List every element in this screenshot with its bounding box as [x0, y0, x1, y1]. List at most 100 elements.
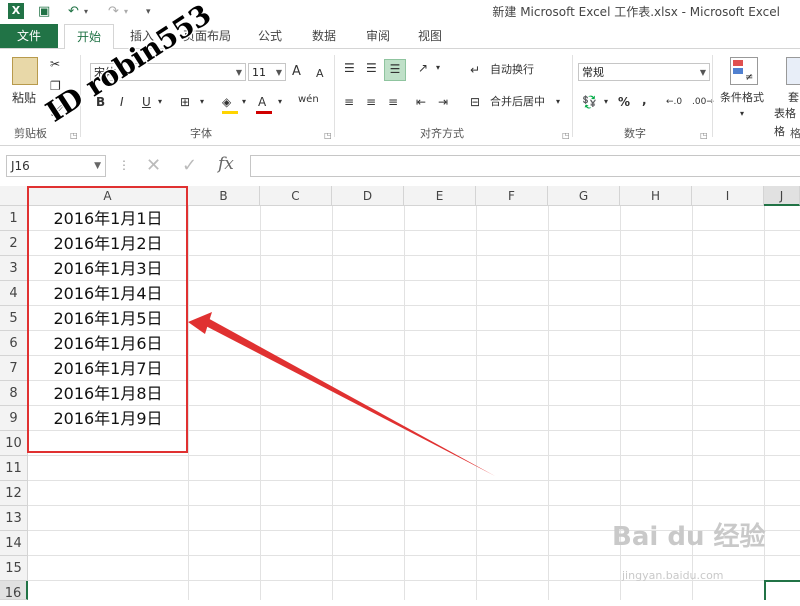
- align-center-icon[interactable]: ≡: [366, 93, 376, 111]
- row-header[interactable]: 2: [0, 231, 28, 256]
- italic-button[interactable]: I: [120, 93, 124, 111]
- font-color-button[interactable]: A: [258, 93, 266, 111]
- accounting-format-icon[interactable]: 💱: [582, 93, 597, 111]
- row-header[interactable]: 10: [0, 431, 28, 456]
- chevron-down-icon[interactable]: ▾: [242, 93, 246, 111]
- decrease-indent-icon[interactable]: ⇤: [416, 93, 426, 111]
- column-header-c[interactable]: C: [260, 186, 332, 206]
- column-header-g[interactable]: G: [548, 186, 620, 206]
- row-header[interactable]: 5: [0, 306, 28, 331]
- column-header-d[interactable]: D: [332, 186, 404, 206]
- comma-button[interactable]: ,: [642, 91, 647, 109]
- save-icon[interactable]: ▣: [38, 3, 50, 21]
- enter-icon[interactable]: ✓: [182, 155, 197, 176]
- shrink-font-button[interactable]: A: [316, 65, 324, 83]
- row-header[interactable]: 9: [0, 406, 28, 431]
- redo-dropdown-icon[interactable]: ▾: [124, 3, 128, 21]
- row-header[interactable]: 6: [0, 331, 28, 356]
- column-header-b[interactable]: B: [188, 186, 260, 206]
- align-top-icon[interactable]: ☰: [344, 59, 355, 77]
- row-header[interactable]: 15: [0, 556, 28, 581]
- row-header[interactable]: 14: [0, 531, 28, 556]
- chevron-down-icon[interactable]: ▾: [200, 93, 204, 111]
- fill-color-swatch: [222, 111, 238, 114]
- insert-function-button[interactable]: fx: [218, 154, 234, 174]
- increase-decimal-icon[interactable]: ←.0: [666, 93, 682, 111]
- row-header[interactable]: 11: [0, 456, 28, 481]
- alignment-launcher-icon[interactable]: ◳: [562, 131, 570, 140]
- merge-center-icon[interactable]: ⊟: [470, 93, 480, 111]
- row-header[interactable]: 13: [0, 506, 28, 531]
- chevron-down-icon[interactable]: ▾: [158, 93, 162, 111]
- paste-button[interactable]: 粘贴: [12, 89, 36, 107]
- chevron-down-icon[interactable]: ▾: [278, 93, 282, 111]
- gridline: [332, 206, 333, 600]
- chevron-down-icon[interactable]: ▾: [604, 93, 608, 111]
- name-box[interactable]: J16 ▼: [6, 155, 106, 177]
- wrap-text-button[interactable]: 自动换行: [490, 61, 534, 79]
- row-header[interactable]: 7: [0, 356, 28, 381]
- align-right-icon[interactable]: ≡: [388, 93, 398, 111]
- row-header[interactable]: 16: [0, 581, 28, 601]
- fill-color-icon[interactable]: ◈: [222, 93, 231, 111]
- tab-data[interactable]: 数据: [302, 24, 346, 48]
- tab-formulas[interactable]: 公式: [250, 24, 290, 48]
- customize-qat-icon[interactable]: ▾: [146, 3, 151, 21]
- merge-center-button[interactable]: 合并后居中: [490, 93, 545, 111]
- phonetic-guide-button[interactable]: wén: [298, 91, 319, 109]
- styles-group-label-partial: 格: [790, 127, 800, 140]
- formula-input[interactable]: [250, 155, 800, 177]
- orientation-icon[interactable]: ↗: [418, 59, 428, 77]
- number-format-value: 常规: [582, 66, 604, 79]
- row-header[interactable]: 1: [0, 206, 28, 231]
- selected-cell-j16[interactable]: [764, 580, 800, 600]
- chevron-down-icon[interactable]: ▾: [740, 105, 744, 123]
- alignment-group-label: 对齐方式: [420, 127, 464, 140]
- select-all-corner[interactable]: [0, 186, 28, 206]
- cut-icon[interactable]: ✂: [50, 55, 60, 73]
- percent-button[interactable]: %: [618, 93, 630, 111]
- row-header[interactable]: 3: [0, 256, 28, 281]
- tab-view[interactable]: 视图: [408, 24, 452, 48]
- row-header[interactable]: 4: [0, 281, 28, 306]
- undo-icon[interactable]: ↶: [68, 3, 79, 21]
- paste-icon[interactable]: [12, 57, 38, 85]
- tab-home[interactable]: 开始: [64, 24, 114, 49]
- number-format-select[interactable]: 常规 ▼: [578, 63, 710, 81]
- tab-file[interactable]: 文件: [0, 24, 58, 48]
- column-header-h[interactable]: H: [620, 186, 692, 206]
- column-header-f[interactable]: F: [476, 186, 548, 206]
- tab-review[interactable]: 审阅: [356, 24, 400, 48]
- number-launcher-icon[interactable]: ◳: [700, 131, 708, 140]
- clipboard-launcher-icon[interactable]: ◳: [70, 131, 78, 140]
- gridline: [28, 455, 800, 456]
- font-launcher-icon[interactable]: ◳: [324, 131, 332, 140]
- row-header[interactable]: 12: [0, 481, 28, 506]
- conditional-format-icon[interactable]: ≠: [730, 57, 758, 85]
- ribbon: 粘贴 ✂ ❐ 🖌 剪贴板 ◳ 宋体 ▼ 11 ▼ A A B I U ▾ ⊞ ▾…: [0, 0, 800, 146]
- redo-icon[interactable]: ↷: [108, 3, 119, 21]
- align-bottom-icon[interactable]: ☰: [384, 59, 406, 81]
- underline-button[interactable]: U: [142, 93, 151, 111]
- decrease-decimal-icon[interactable]: .00→: [692, 93, 714, 111]
- chevron-down-icon[interactable]: ▾: [556, 93, 560, 111]
- column-header-i[interactable]: I: [692, 186, 764, 206]
- font-group-label: 字体: [190, 127, 212, 140]
- increase-indent-icon[interactable]: ⇥: [438, 93, 448, 111]
- ribbon-tabs: 文件 开始 插入 页面布局 公式 数据 审阅 视图: [0, 24, 800, 49]
- cancel-icon[interactable]: ✕: [146, 155, 161, 176]
- column-header-e[interactable]: E: [404, 186, 476, 206]
- font-size-select[interactable]: 11 ▼: [248, 63, 286, 81]
- align-left-icon[interactable]: ≡: [344, 93, 354, 111]
- grow-font-button[interactable]: A: [292, 63, 301, 81]
- column-header-j[interactable]: J: [764, 186, 800, 206]
- borders-icon[interactable]: ⊞: [180, 93, 190, 111]
- row-header[interactable]: 8: [0, 381, 28, 406]
- group-separator: [572, 55, 573, 137]
- undo-dropdown-icon[interactable]: ▾: [84, 3, 88, 21]
- wrap-text-icon[interactable]: ↵: [470, 61, 480, 79]
- align-middle-icon[interactable]: ☰: [366, 59, 377, 77]
- chevron-down-icon[interactable]: ▾: [436, 59, 440, 77]
- clipboard-group-label: 剪贴板: [14, 127, 47, 140]
- table-format-icon[interactable]: [786, 57, 800, 85]
